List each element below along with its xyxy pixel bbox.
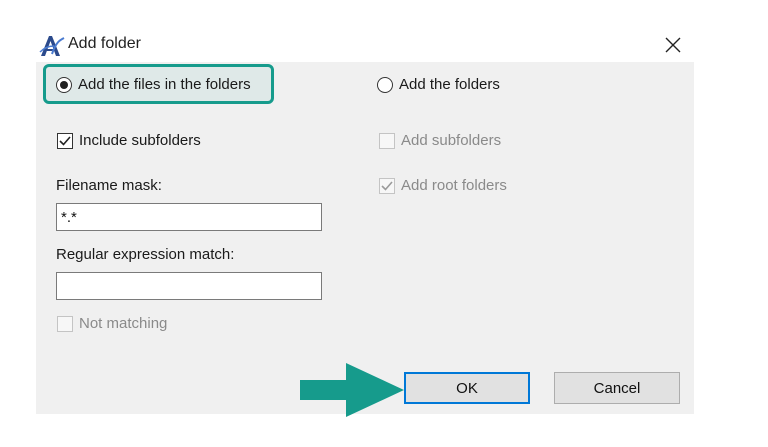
include-subfolders-label[interactable]: Include subfolders: [79, 132, 201, 149]
add-folders-radio[interactable]: [377, 77, 393, 93]
not-matching-label: Not matching: [79, 315, 168, 332]
arrow-right-icon: [300, 363, 404, 417]
add-files-label[interactable]: Add the files in the folders: [78, 76, 251, 93]
regex-match-input[interactable]: [56, 272, 322, 300]
add-root-folders-checkbox: [379, 178, 395, 194]
regex-match-label: Regular expression match:: [56, 246, 235, 263]
not-matching-checkbox: [57, 316, 73, 332]
add-subfolders-label: Add subfolders: [401, 132, 502, 149]
ok-button[interactable]: OK: [404, 372, 530, 404]
close-icon: [665, 37, 681, 53]
add-files-radio[interactable]: [56, 77, 72, 93]
filename-mask-label: Filename mask:: [56, 177, 162, 194]
close-button[interactable]: [656, 30, 690, 60]
filename-mask-input[interactable]: [56, 203, 322, 231]
radio-selected-dot: [60, 81, 68, 89]
add-root-folders-label: Add root folders: [401, 177, 507, 194]
title-bar: Add folder: [36, 30, 694, 62]
checkmark-icon: [59, 136, 71, 146]
include-subfolders-checkbox[interactable]: [57, 133, 73, 149]
cancel-button[interactable]: Cancel: [554, 372, 680, 404]
app-logo-icon: [39, 36, 65, 56]
checkmark-icon: [381, 181, 393, 191]
dialog-client-area: [36, 62, 694, 414]
window-title: Add folder: [68, 35, 141, 52]
add-subfolders-checkbox: [379, 133, 395, 149]
add-folders-label[interactable]: Add the folders: [399, 76, 500, 93]
